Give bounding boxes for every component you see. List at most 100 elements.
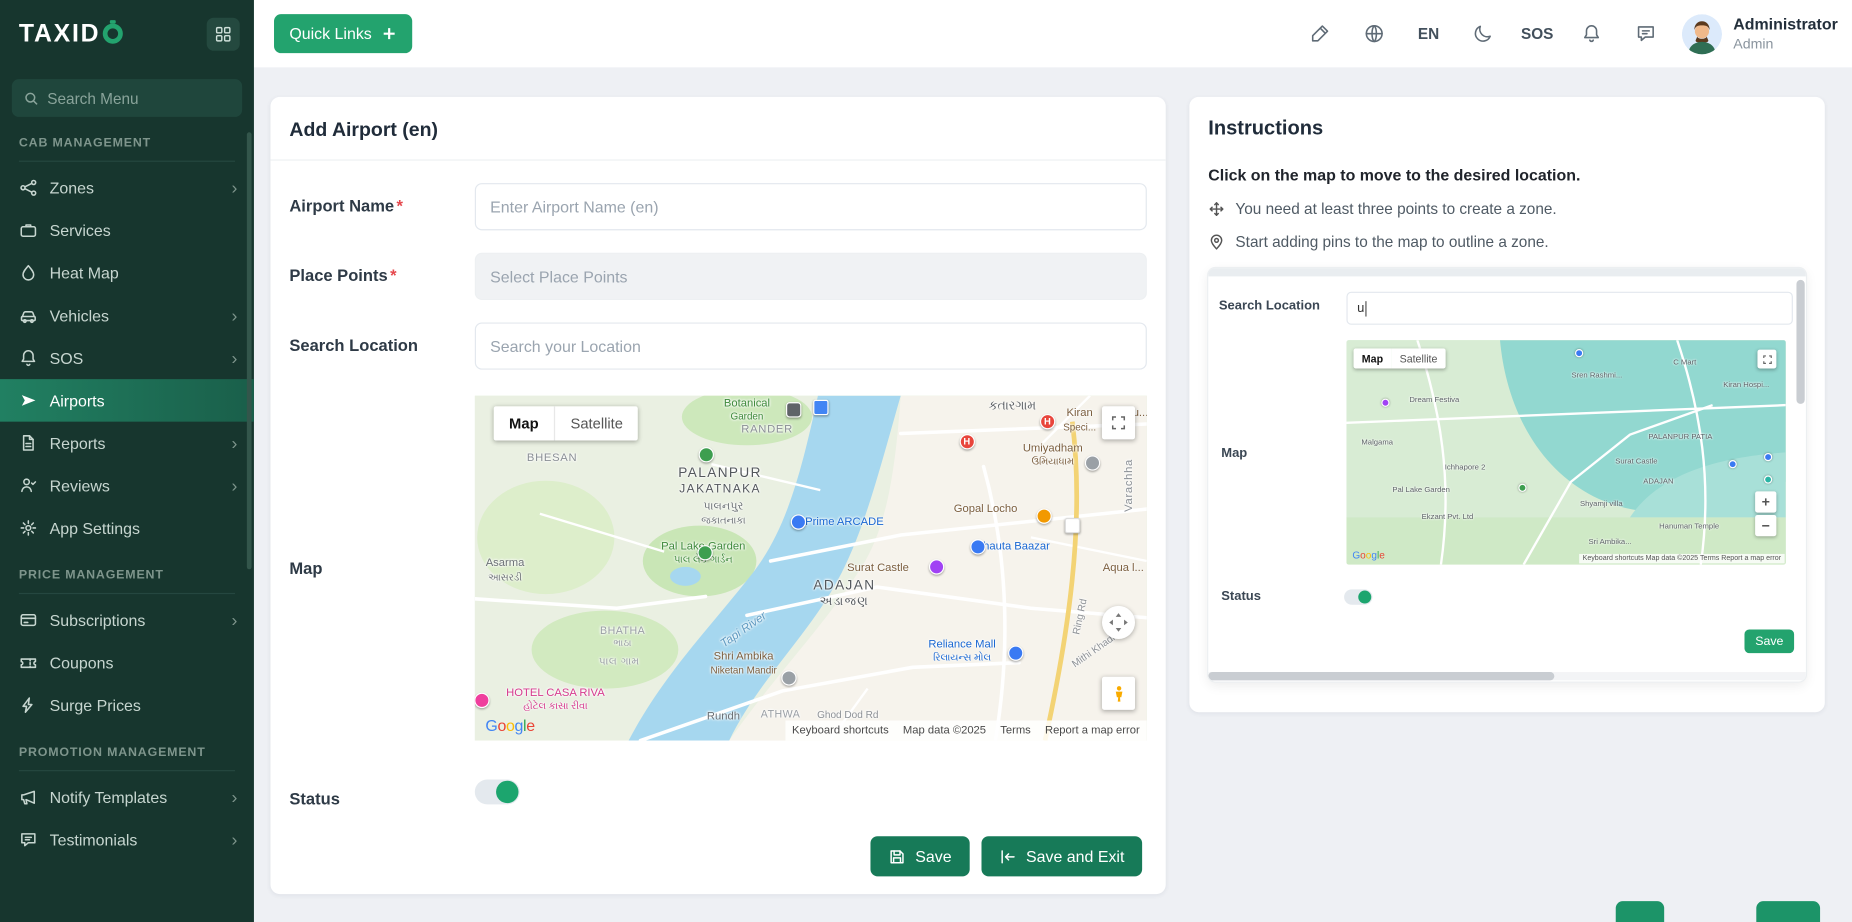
airport-name-input[interactable] [475,183,1147,230]
chevron-right-icon: › [231,477,237,495]
map-terrain [475,396,1147,741]
sidebar-item-zones[interactable]: Zones› [0,167,254,210]
preview-map-view-button[interactable]: Map [1354,348,1392,368]
preview-fullscreen-button[interactable] [1757,350,1776,369]
logo-text: TAXID [19,19,100,47]
user-role: Admin [1733,35,1838,52]
chat-icon [1635,22,1657,44]
notifications-button[interactable] [1569,11,1614,56]
logo-taxi-icon [103,24,123,44]
partial-save-and-exit-button[interactable] [1756,901,1820,922]
sidebar-item-surge-prices[interactable]: Surge Prices [0,684,254,727]
save-icon [888,847,906,865]
google-map[interactable]: BotanicalGardenBHESANRANDERકતારગામPALANP… [475,396,1147,741]
preview-satellite-view-button[interactable]: Satellite [1391,348,1445,368]
map-label: Map [289,559,474,578]
app-logo[interactable]: TAXID [19,19,123,47]
theme-customizer-button[interactable] [1297,11,1342,56]
screenshot-header-strip [1208,268,1806,276]
pegman-button[interactable] [1102,677,1135,710]
quick-links-button[interactable]: Quick Links [274,14,412,53]
page-title: Add Airport (en) [270,97,1165,160]
subscriptions-icon [19,611,38,630]
sidebar-item-services[interactable]: Services [0,209,254,252]
place-points-label: Place Points* [289,253,474,300]
save-button[interactable]: Save [870,836,969,876]
sidebar-section-label: PRICE MANAGEMENT [19,568,235,594]
sidebar: TAXID CAB MANAGEMENT Zones›Services Heat M… [0,0,254,922]
topbar: Quick Links EN SOS [254,0,1852,67]
preview-zoom-out-button[interactable]: − [1755,515,1776,536]
pan-arrows-icon [1106,609,1132,635]
chevron-right-icon: › [231,349,237,367]
move-icon [1208,200,1225,217]
coupons-icon [19,653,38,672]
keyboard-shortcuts-link[interactable]: Keyboard shortcuts [792,724,889,737]
search-location-label: Search Location [289,322,474,369]
status-label: Status [289,776,474,808]
divider [270,159,1165,160]
scrollbar-thumb [1796,280,1804,404]
form-actions: Save Save and Exit [870,836,1142,876]
sidebar-item-label: Heat Map [50,264,119,282]
sidebar-item-vehicles[interactable]: Vehicles› [0,294,254,337]
google-logo: Google [485,717,534,735]
chevron-right-icon: › [231,788,237,806]
reviews-icon [19,476,38,495]
chevron-right-icon: › [231,179,237,197]
sidebar-item-app-settings[interactable]: App Settings [0,507,254,550]
sidebar-item-reports[interactable]: Reports› [0,422,254,465]
notify-templates-icon [19,788,38,807]
sos-shortcut[interactable]: SOS [1515,25,1560,43]
globe-icon [1363,22,1385,44]
preview-search-input: u [1346,292,1792,325]
preview-map-attribution: Keyboard shortcuts Map data ©2025 Terms … [1579,554,1785,563]
dark-mode-button[interactable] [1460,11,1505,56]
sidebar-item-subscriptions[interactable]: Subscriptions› [0,599,254,642]
sidebar-item-reviews[interactable]: Reviews› [0,464,254,507]
map-data-text: Map data ©2025 [903,724,986,737]
save-and-exit-label: Save and Exit [1026,847,1124,865]
pan-control-button[interactable] [1102,606,1135,639]
instruction-bullet: You need at least three points to create… [1208,200,1806,218]
sidebar-item-label: Reports [50,434,106,452]
sidebar-item-coupons[interactable]: Coupons [0,641,254,684]
save-and-exit-button[interactable]: Save and Exit [981,836,1142,876]
status-toggle[interactable] [475,780,520,805]
fullscreen-button[interactable] [1102,406,1135,439]
instructions-lead: Click on the map to move to the desired … [1208,167,1806,185]
sidebar-item-label: App Settings [50,519,140,537]
moon-icon [1472,22,1494,44]
search-location-input[interactable] [475,322,1147,369]
partial-save-button[interactable] [1616,901,1664,922]
report-error-link[interactable]: Report a map error [1045,724,1140,737]
terms-link[interactable]: Terms [1000,724,1031,737]
map-row: Map [270,396,1165,741]
chevron-right-icon: › [231,831,237,849]
messages-button[interactable] [1623,11,1668,56]
avatar [1682,14,1722,54]
menu-grid-button[interactable] [207,17,240,50]
sidebar-item-testimonials[interactable]: Testimonials› [0,819,254,862]
language-code[interactable]: EN [1406,25,1451,43]
sidebar-item-label: Coupons [50,654,114,672]
user-menu[interactable]: Administrator Admin [1682,14,1837,54]
sidebar-item-notify-templates[interactable]: Notify Templates› [0,776,254,819]
sidebar-item-heat-map[interactable]: Heat Map [0,252,254,295]
sidebar-item-airports[interactable]: Airports [0,379,254,422]
preview-zoom-in-button[interactable]: + [1755,491,1776,512]
surge-prices-icon [19,696,38,715]
instructions-screenshot: Search Location u Map [1208,268,1806,681]
sidebar-section-label: CAB MANAGEMENT [19,136,235,162]
search-location-row: Search Location [270,322,1165,369]
satellite-view-button[interactable]: Satellite [554,406,638,440]
sidebar-item-sos[interactable]: SOS › [0,337,254,380]
sidebar-search[interactable] [12,79,242,117]
map-view-button[interactable]: Map [494,406,554,440]
sidebar-nav: CAB MANAGEMENT Zones›Services Heat Map Vehi… [0,136,254,861]
sidebar-scrollbar[interactable] [247,132,252,569]
language-globe-button[interactable] [1352,11,1397,56]
place-points-input[interactable] [475,253,1147,300]
sidebar-search-input[interactable] [47,89,230,107]
sidebar-item-label: SOS [50,349,84,367]
